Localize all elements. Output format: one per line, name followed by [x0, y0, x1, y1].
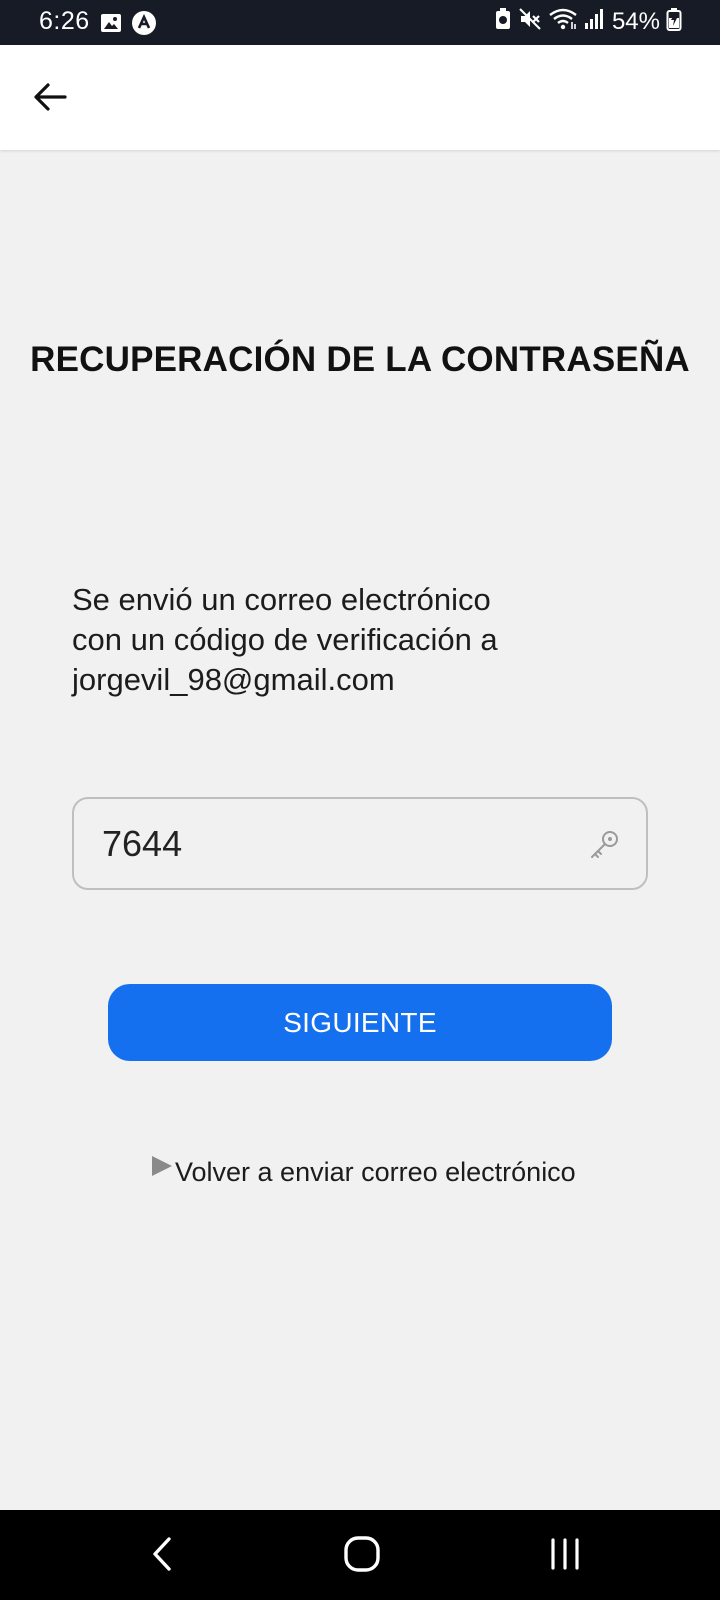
play-icon [150, 1154, 174, 1187]
mute-icon [518, 7, 542, 36]
battery-percentage: 54% [611, 7, 660, 35]
battery-charging-icon [666, 7, 682, 36]
message-line-2: con un código de verificación a [72, 622, 498, 657]
nav-home-button[interactable] [332, 1530, 392, 1582]
resend-email-link[interactable]: Volver a enviar correo electrónico [150, 1154, 576, 1188]
back-button[interactable] [26, 75, 74, 123]
status-right: 54% [494, 7, 682, 36]
wifi-icon [548, 7, 578, 36]
next-button[interactable]: SIGUIENTE [108, 984, 612, 1061]
message-email: jorgevil_98@gmail.com [72, 662, 395, 697]
nav-recents-button[interactable] [535, 1530, 595, 1582]
system-nav-bar [0, 1510, 720, 1600]
verification-code-input[interactable] [102, 813, 562, 875]
key-icon [588, 829, 620, 866]
status-bar: 6:26 54% [0, 0, 720, 45]
battery-saver-icon [494, 7, 512, 36]
message-line-1: Se envió un correo electrónico [72, 582, 491, 617]
chevron-left-icon [149, 1536, 175, 1577]
arrow-left-icon [33, 82, 67, 117]
verification-code-field[interactable] [72, 797, 648, 890]
recents-icon [548, 1537, 582, 1576]
image-icon [100, 12, 122, 39]
home-icon [343, 1535, 381, 1578]
nav-back-button[interactable] [132, 1530, 192, 1582]
verification-message: Se envió un correo electrónico con un có… [72, 580, 632, 700]
status-time: 6:26 [39, 7, 90, 35]
page-title: RECUPERACIÓN DE LA CONTRASEÑA [30, 340, 690, 379]
app-bar [0, 45, 720, 150]
status-left-icons [100, 10, 157, 41]
resend-email-label: Volver a enviar correo electrónico [175, 1157, 576, 1187]
signal-icon [584, 7, 606, 36]
app-notification-icon [131, 10, 157, 41]
